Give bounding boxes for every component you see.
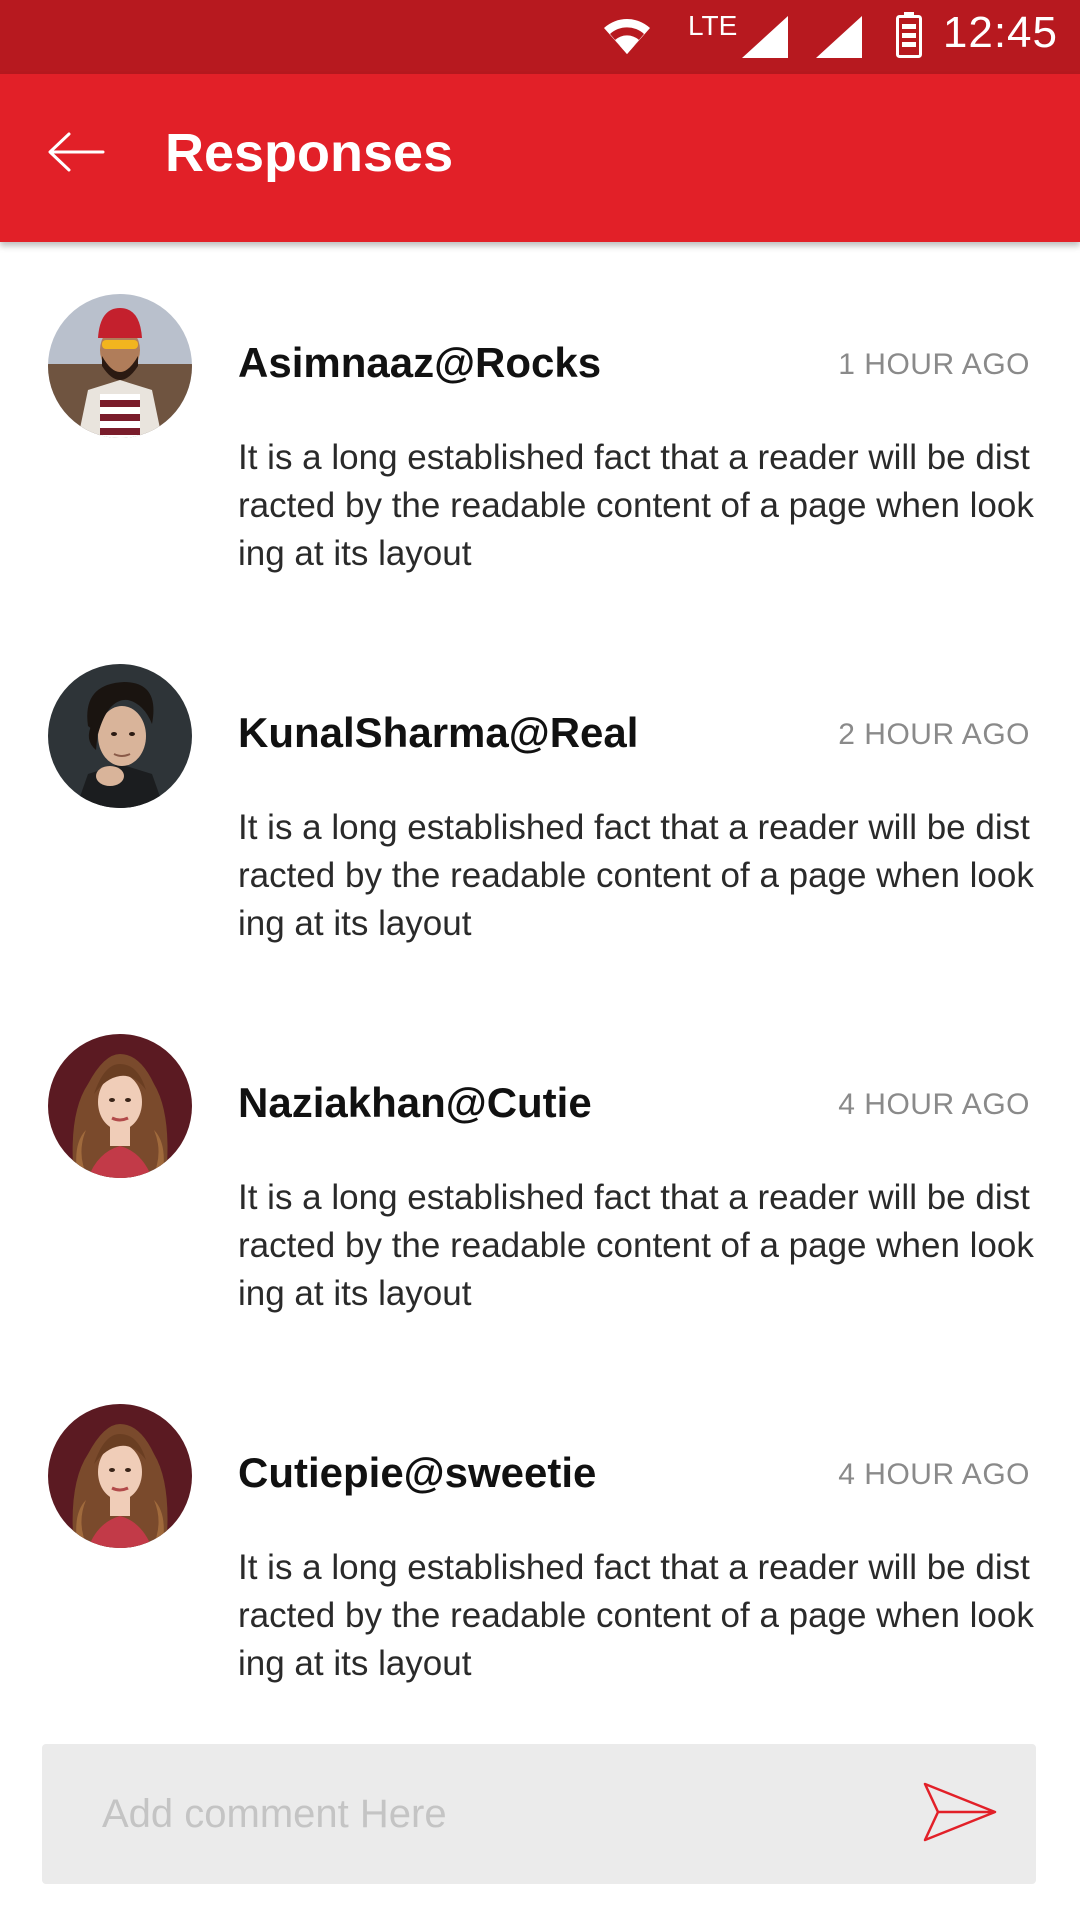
cell-signal-icon <box>816 16 862 63</box>
comment-text: It is a long established fact that a rea… <box>238 438 1034 573</box>
timestamp: 4 HOUR AGO <box>838 1088 1030 1121</box>
back-button[interactable] <box>36 114 116 194</box>
username[interactable]: Asimnaaz@Rocks <box>238 339 601 387</box>
response-item: Asimnaaz@Rocks 1 HOUR AGO It is a long e… <box>0 242 1080 612</box>
username[interactable]: KunalSharma@Real <box>238 709 638 757</box>
clock-time: 12:45 <box>942 8 1058 57</box>
timestamp: 4 HOUR AGO <box>838 1458 1030 1491</box>
comment-text: It is a long established fact that a rea… <box>238 808 1034 943</box>
comment-input[interactable] <box>102 1782 882 1846</box>
avatar[interactable] <box>48 1034 192 1178</box>
status-bar: LTE 12:45 <box>0 0 1080 74</box>
battery-icon <box>896 12 922 63</box>
wifi-icon <box>600 16 654 61</box>
app-bar: Responses <box>0 74 1080 242</box>
avatar[interactable] <box>48 294 192 438</box>
timestamp: 2 HOUR AGO <box>838 718 1030 751</box>
comment-bar <box>42 1744 1036 1884</box>
username[interactable]: Cutiepie@sweetie <box>238 1449 596 1497</box>
timestamp: 1 HOUR AGO <box>838 348 1030 381</box>
arrow-left-icon <box>47 131 105 178</box>
send-icon <box>922 1781 998 1848</box>
network-type-label: LTE <box>688 10 738 41</box>
avatar[interactable] <box>48 664 192 808</box>
username[interactable]: Naziakhan@Cutie <box>238 1079 592 1127</box>
send-button[interactable] <box>920 1778 1000 1850</box>
response-item: Cutiepie@sweetie 4 HOUR AGO It is a long… <box>0 1352 1080 1722</box>
cell-signal-icon <box>742 16 788 63</box>
comment-text: It is a long established fact that a rea… <box>238 1548 1034 1683</box>
comment-text: It is a long established fact that a rea… <box>238 1178 1034 1313</box>
avatar[interactable] <box>48 1404 192 1548</box>
response-item: Naziakhan@Cutie 4 HOUR AGO It is a long … <box>0 982 1080 1352</box>
page-title: Responses <box>165 123 454 183</box>
response-item: KunalSharma@Real 2 HOUR AGO It is a long… <box>0 612 1080 982</box>
